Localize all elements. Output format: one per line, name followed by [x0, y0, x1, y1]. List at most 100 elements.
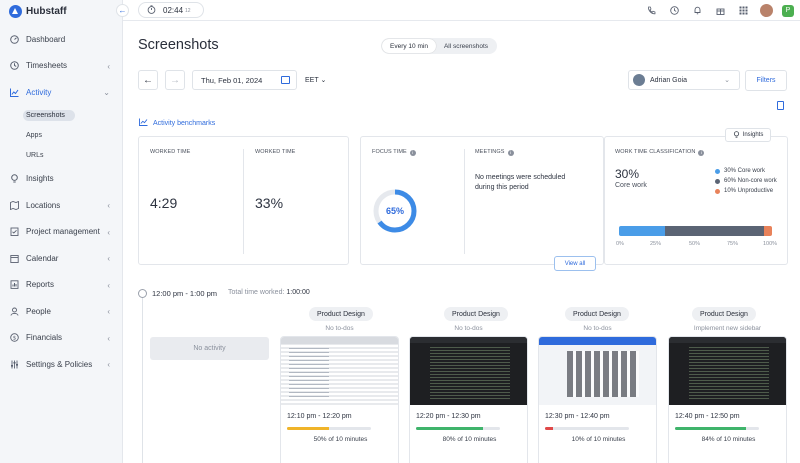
dollar-icon: $ — [10, 333, 19, 342]
view-all-button[interactable]: View all — [554, 256, 596, 271]
screenshot-time-range: 12:40 pm - 12:50 pm — [675, 413, 740, 420]
legend-dot — [715, 168, 720, 174]
activity-chart-icon — [10, 88, 19, 97]
screenshot-interval-toggle: Every 10 min All screenshots — [381, 38, 498, 54]
timer-widget[interactable]: 02:44 12 — [138, 2, 204, 18]
todo-label: No to-dos — [454, 325, 483, 332]
sidebar-item-people[interactable]: People ‹ — [0, 298, 123, 325]
info-icon[interactable]: i — [507, 150, 514, 156]
clock-icon — [10, 61, 19, 71]
phone-icon[interactable] — [640, 6, 663, 15]
chevron-left-icon: ‹ — [107, 280, 110, 290]
user-select[interactable]: Adrian Goia ⌄ — [628, 70, 740, 90]
stack-segment — [764, 226, 772, 236]
clock-icon[interactable] — [663, 6, 686, 15]
timeline-dot — [138, 289, 147, 298]
sidebar-item-financials[interactable]: $ Financials ‹ — [0, 325, 123, 352]
main-content: Screenshots Every 10 min All screenshots… — [123, 22, 800, 463]
insights-button[interactable]: Insights — [725, 128, 771, 142]
screenshot-frame: 12:30 pm - 12:40 pm 10% of 10 minutes — [538, 336, 657, 463]
worked-time-percent-label: WORKED TIME — [255, 149, 296, 155]
sidebar-item-label: Timesheets — [26, 61, 68, 71]
organization-avatar[interactable]: P — [782, 4, 794, 17]
topbar-actions: P — [640, 0, 800, 21]
no-activity-slot: No activity — [150, 337, 269, 360]
screenshot-thumbnail[interactable] — [281, 337, 398, 405]
bell-icon[interactable] — [686, 6, 709, 15]
worked-time-value: 4:29 — [150, 195, 178, 211]
report-icon — [10, 280, 19, 290]
project-tag[interactable]: Product Design — [444, 307, 508, 321]
sidebar-item-dashboard[interactable]: Dashboard — [0, 26, 123, 53]
sidebar-item-label: Calendar — [26, 253, 59, 263]
sidebar-subitem-urls[interactable]: URLs — [0, 146, 123, 166]
chevron-left-icon: ‹ — [107, 360, 110, 369]
sidebar-item-activity[interactable]: Activity ⌄ — [0, 79, 123, 106]
export-document-icon[interactable] — [777, 101, 784, 110]
date-picker[interactable]: Thu, Feb 01, 2024 — [192, 70, 297, 90]
timeline-total: Total time worked: 1:00:00 — [228, 289, 310, 296]
tick-label: 100% — [763, 241, 778, 247]
legend-item: 10% Unproductive — [715, 186, 777, 196]
apps-grid-icon[interactable] — [732, 6, 755, 15]
sidebar-item-reports[interactable]: Reports ‹ — [0, 272, 123, 299]
project-tag[interactable]: Product Design — [309, 307, 373, 321]
info-icon[interactable]: i — [698, 150, 705, 156]
people-icon — [10, 307, 19, 316]
project-tag[interactable]: Product Design — [565, 307, 629, 321]
chevron-left-icon: ‹ — [107, 307, 110, 316]
logo[interactable]: Hubstaff — [9, 4, 67, 18]
sidebar-item-label: Dashboard — [26, 34, 66, 44]
sidebar-subitem-label: Screenshots — [23, 110, 75, 121]
sidebar-item-timesheets[interactable]: Timesheets ‹ — [0, 53, 123, 80]
timezone-select[interactable]: EET ⌄ — [305, 76, 326, 84]
activity-benchmarks-link[interactable]: Activity benchmarks — [139, 118, 215, 128]
user-name: Adrian Goia — [650, 76, 687, 84]
tick-label: 25% — [650, 241, 662, 247]
card-divider — [243, 149, 244, 254]
wtc-stacked-bar — [619, 226, 772, 236]
worked-time-label: WORKED TIME — [150, 149, 191, 155]
project-tag[interactable]: Product Design — [692, 307, 756, 321]
activity-percent: 10% of 10 minutes — [571, 436, 626, 443]
sidebar-item-insights[interactable]: Insights — [0, 166, 123, 193]
calendar-icon — [10, 254, 19, 263]
sidebar-subitem-apps[interactable]: Apps — [0, 126, 123, 146]
sidebar-item-project-management[interactable]: Project management ‹ — [0, 219, 123, 246]
sidebar-item-settings-policies[interactable]: Settings & Policies ‹ — [0, 351, 123, 378]
focus-time-label: FOCUS TIME i — [372, 149, 416, 156]
sidebar-subitem-screenshots[interactable]: Screenshots — [0, 106, 123, 126]
activity-percent: 50% of 10 minutes — [313, 436, 368, 443]
legend-dot — [715, 188, 720, 194]
calendar-icon — [281, 76, 290, 84]
screenshot-thumbnail[interactable] — [539, 337, 656, 405]
gift-icon[interactable] — [709, 6, 732, 15]
sidebar-collapse-button[interactable]: ← — [116, 4, 129, 17]
sidebar-item-locations[interactable]: Locations ‹ — [0, 192, 123, 219]
arrow-right-icon: → — [170, 74, 180, 86]
focus-meetings-card: FOCUS TIME i 65% MEETINGS i No meetings we… — [360, 136, 604, 265]
activity-bar-fill — [545, 427, 554, 430]
toggle-every-10-min[interactable]: Every 10 min — [382, 39, 436, 53]
arrow-left-icon: ← — [118, 6, 127, 15]
legend-label: 10% Unproductive — [724, 188, 774, 194]
previous-date-button[interactable]: ← — [138, 70, 158, 90]
legend-label: 30% Core work — [724, 168, 766, 174]
screenshot-thumbnail[interactable] — [669, 337, 786, 405]
screenshot-thumbnail[interactable] — [410, 337, 527, 405]
user-avatar[interactable] — [755, 4, 778, 17]
chevron-left-icon: ‹ — [107, 227, 110, 237]
filters-button[interactable]: Filters — [745, 70, 787, 91]
sidebar-item-calendar[interactable]: Calendar ‹ — [0, 245, 123, 272]
clipboard-icon — [10, 227, 19, 237]
total-value: 1:00:00 — [286, 289, 310, 296]
user-avatar — [633, 74, 645, 86]
info-icon[interactable]: i — [409, 150, 416, 156]
activity-bar — [675, 427, 759, 430]
next-date-button[interactable]: → — [165, 70, 185, 90]
topbar: 02:44 12 P — [123, 0, 800, 21]
toggle-all-screenshots[interactable]: All screenshots — [436, 39, 496, 53]
dashboard-icon — [10, 34, 19, 44]
sidebar-item-label: Financials — [26, 333, 63, 343]
screenshot-frame: 12:40 pm - 12:50 pm 84% of 10 minutes — [668, 336, 787, 463]
